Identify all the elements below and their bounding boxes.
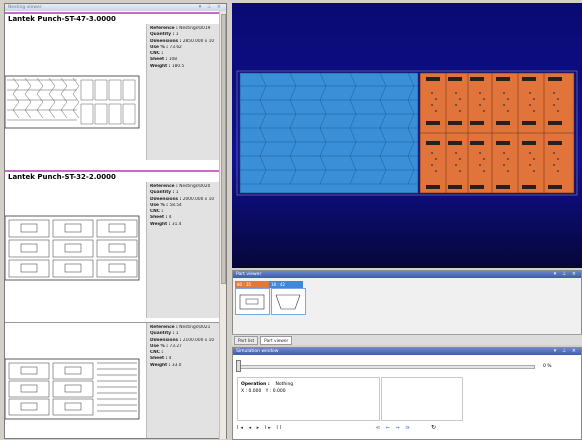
- nesting-info: Reference : Nestings\0019 Quantity : 1 D…: [147, 24, 220, 160]
- nesting-item-body[interactable]: Reference : Nestings\0021 Quantity : 1 D…: [4, 322, 220, 438]
- nesting-info: Reference : Nestings\0020 Quantity : 1 D…: [147, 182, 220, 318]
- nesting-viewer-panel: Nesting viewer ▾ ⊥ × Lantek Punch-ST-47-…: [4, 3, 227, 439]
- part-viewer-title: Part viewer: [236, 272, 262, 277]
- nesting-thumbnail[interactable]: [4, 182, 147, 318]
- operation-label: Operation :: [241, 382, 270, 387]
- nesting-scrollbar[interactable]: [219, 11, 226, 439]
- simulation-progress-slider[interactable]: [237, 365, 535, 369]
- info-weight: Weight : 33.0: [150, 362, 182, 368]
- tab-part-viewer[interactable]: Part viewer: [260, 335, 293, 345]
- tab-part-list[interactable]: Part list: [234, 335, 259, 345]
- y-coordinate: Y : 0.000: [265, 389, 286, 394]
- simulation-titlebar[interactable]: Simulation window ▾ ⊥ ×: [233, 348, 581, 355]
- panel-controls[interactable]: ▾ ⊥ ×: [554, 271, 581, 278]
- operation-value: Nothing: [275, 382, 294, 387]
- reset-icon[interactable]: ↻: [431, 424, 436, 431]
- info-weight: Weight : 180.5: [150, 63, 185, 69]
- x-coordinate: X : 0.000: [241, 389, 262, 394]
- nesting-viewer-title: Nesting viewer: [8, 5, 42, 10]
- nesting-thumbnail[interactable]: [4, 24, 147, 160]
- scrollbar-thumb[interactable]: [221, 14, 226, 284]
- simulation-window: Simulation window ▾ ⊥ × 0 % Operation : …: [232, 347, 582, 440]
- part-thumbnails: [235, 288, 306, 315]
- part-thumbnail[interactable]: [235, 288, 270, 315]
- panel-controls[interactable]: ▾ ⊥ ×: [554, 348, 581, 355]
- playback-controls[interactable]: I◂ ◂ ▸ I▸ II: [237, 425, 283, 431]
- nesting-item-body[interactable]: Reference : Nestings\0020 Quantity : 1 D…: [4, 182, 220, 318]
- nesting-thumbnail[interactable]: [4, 323, 147, 438]
- part-viewer-titlebar[interactable]: Part viewer ▾ ⊥ ×: [233, 271, 581, 278]
- simulation-output: [381, 377, 463, 421]
- nesting-item-body[interactable]: Reference : Nestings\0019 Quantity : 1 D…: [4, 24, 220, 160]
- operation-info: Operation : Nothing X : 0.000 Y : 0.000: [237, 377, 380, 421]
- part-tab[interactable]: 18 : 42: [269, 281, 303, 288]
- part-viewer-tabs: 80 : 35 18 : 42: [235, 281, 303, 288]
- slider-knob[interactable]: [236, 360, 241, 372]
- nesting-info: Reference : Nestings\0021 Quantity : 1 D…: [147, 323, 220, 438]
- part-thumbnail[interactable]: [271, 288, 306, 315]
- sheet-viewer[interactable]: [232, 3, 582, 268]
- step-controls[interactable]: ⇚ ⇐ ⇒ ⇛: [376, 425, 412, 431]
- nesting-viewer-titlebar[interactable]: Nesting viewer ▾ ⊥ ×: [5, 4, 226, 11]
- part-tab[interactable]: 80 : 35: [235, 281, 269, 288]
- simulation-title: Simulation window: [236, 349, 279, 354]
- info-weight: Weight : 31.4: [150, 221, 182, 227]
- simulation-percent: 0 %: [543, 364, 552, 369]
- panel-tabs: Part list Part viewer: [232, 334, 582, 345]
- panel-controls[interactable]: ▾ ⊥ ×: [199, 4, 226, 11]
